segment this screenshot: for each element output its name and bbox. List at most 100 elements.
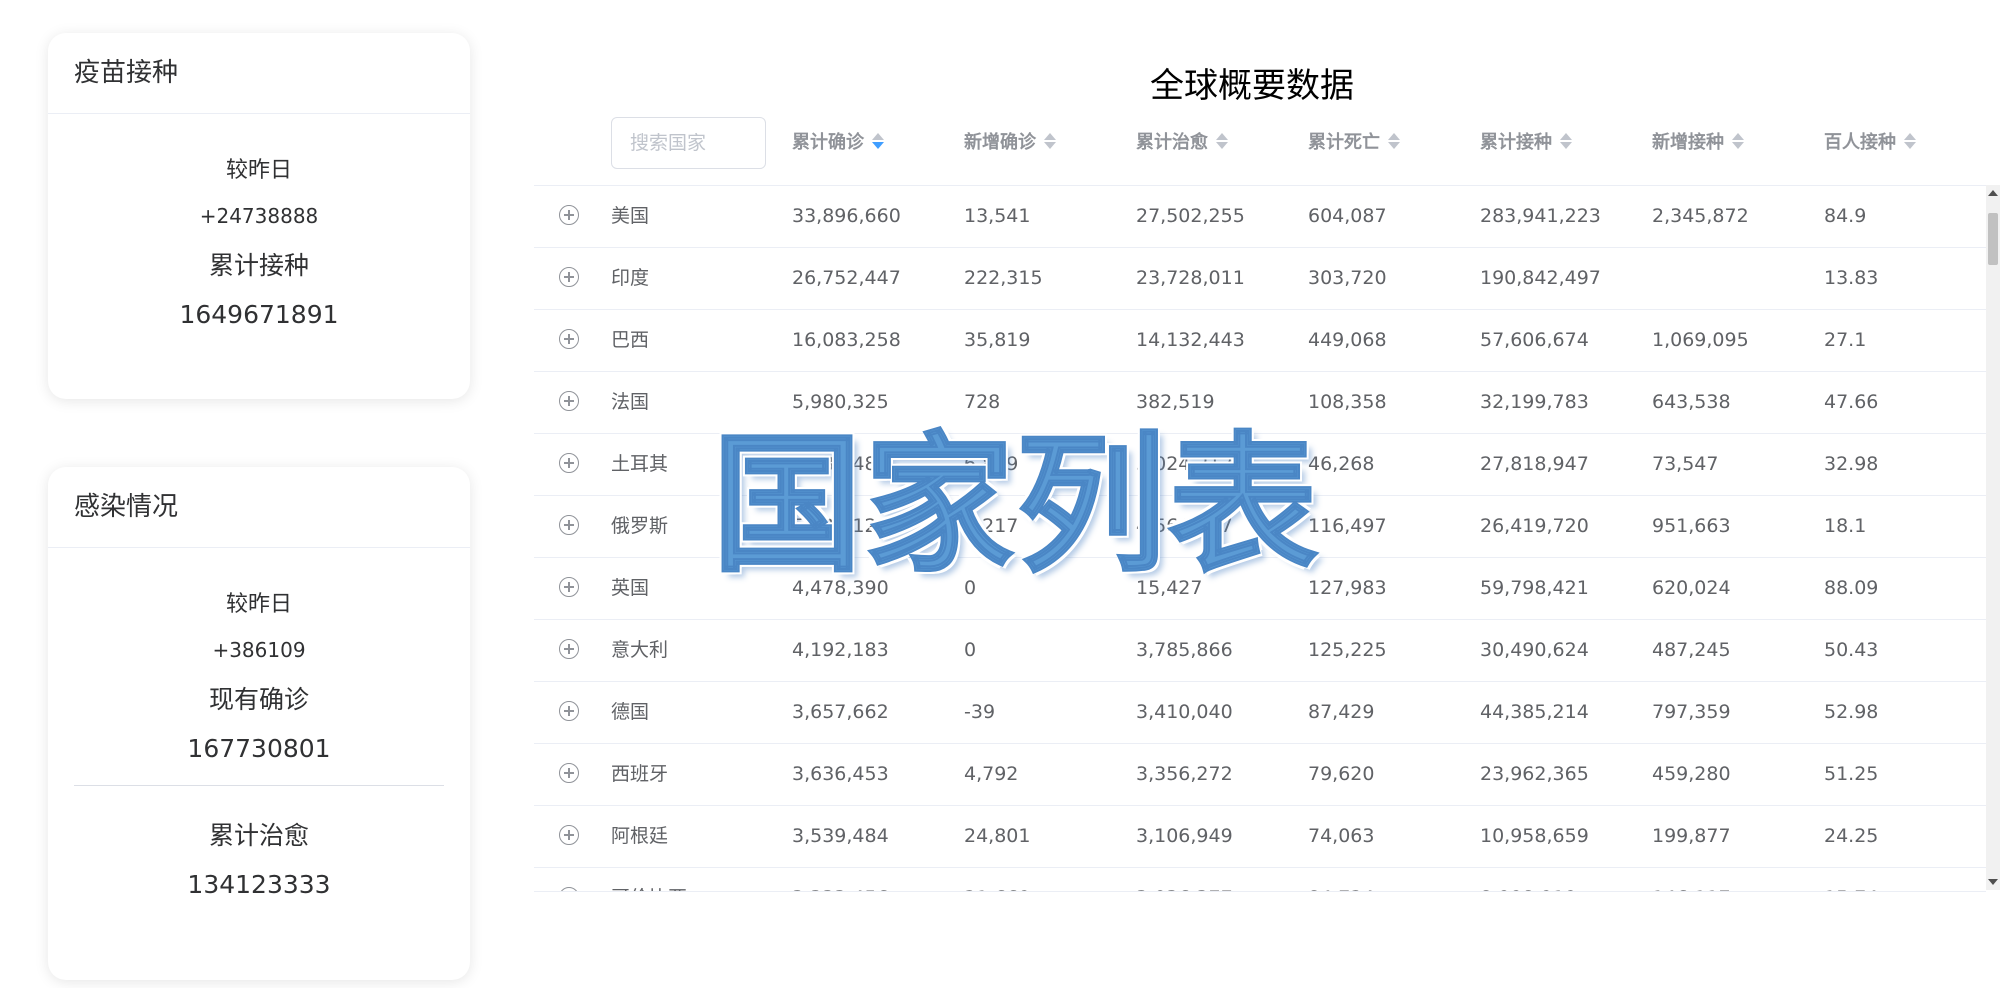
expand-row-icon[interactable] bbox=[559, 887, 579, 891]
infection-compare-label: 较昨日 bbox=[225, 592, 292, 617]
table-cell: 33,896,660 bbox=[792, 205, 901, 227]
table-row[interactable]: 印度 26,752,447 222,315 23,728,011 303,720 190,… bbox=[534, 248, 1986, 310]
country-table-body: 美国 33,896,660 13,541 27,502,255 604,087 283,9… bbox=[534, 185, 1986, 892]
table-cell: 190,842,497 bbox=[1480, 267, 1601, 289]
column-header-1[interactable]: 新增确诊 bbox=[964, 128, 1056, 158]
column-header-6[interactable]: 百人接种 bbox=[1824, 128, 1916, 158]
table-row[interactable]: 哥伦比亚 3,333,456 21,669 3,036,377 84,724 8,998,… bbox=[534, 868, 1986, 891]
scrollbar-thumb[interactable] bbox=[1988, 213, 1998, 265]
column-header-5[interactable]: 新增接种 bbox=[1652, 128, 1744, 158]
column-header-2[interactable]: 累计治愈 bbox=[1136, 128, 1228, 158]
table-row[interactable]: 阿根廷 3,539,484 24,801 3,106,949 74,063 10,958,… bbox=[534, 806, 1986, 868]
table-cell: 3,356,272 bbox=[1136, 763, 1233, 785]
table-cell: 3,036,377 bbox=[1136, 868, 1233, 891]
sort-icon[interactable] bbox=[1560, 133, 1572, 149]
table-cell: 3,106,949 bbox=[1136, 825, 1233, 847]
expand-row-icon[interactable] bbox=[559, 391, 579, 411]
table-cell: 8,998,919 bbox=[1480, 868, 1577, 891]
expand-row-icon[interactable] bbox=[559, 329, 579, 349]
table-cell: 3,333,456 bbox=[792, 868, 889, 891]
column-header-3[interactable]: 累计死亡 bbox=[1308, 128, 1400, 158]
sort-icon[interactable] bbox=[1216, 133, 1228, 149]
sort-icon[interactable] bbox=[1388, 133, 1400, 149]
table-row[interactable]: 英国 4,478,390 0 15,427 127,983 59,798,421 620,0… bbox=[534, 558, 1986, 620]
table-row[interactable]: 德国 3,657,662 -39 3,410,040 87,429 44,385,214 7… bbox=[534, 682, 1986, 744]
table-cell: 6,839 bbox=[964, 453, 1019, 475]
table-cell: 4,792 bbox=[964, 763, 1019, 785]
table-cell: 57,606,674 bbox=[1480, 329, 1589, 351]
expand-row-icon[interactable] bbox=[559, 453, 579, 473]
expand-row-icon[interactable] bbox=[559, 701, 579, 721]
table-cell: 797,359 bbox=[1652, 701, 1731, 723]
table-cell: 84.9 bbox=[1824, 205, 1867, 227]
infection-card-title: 感染情况 bbox=[48, 467, 470, 548]
table-cell: 15.74 bbox=[1824, 868, 1878, 891]
table-cell: 10,958,659 bbox=[1480, 825, 1589, 847]
sort-icon[interactable] bbox=[872, 133, 884, 149]
current-confirmed-value: 167730801 bbox=[187, 734, 331, 763]
country-search-input[interactable] bbox=[611, 117, 766, 169]
vaccine-card: 疫苗接种 较昨日 +24738888 累计接种 1649671891 bbox=[48, 33, 470, 399]
column-header-4[interactable]: 累计接种 bbox=[1480, 128, 1572, 158]
infection-card: 感染情况 较昨日 +386109 现有确诊 167730801 累计治愈 134… bbox=[48, 467, 470, 980]
column-header-0[interactable]: 累计确诊 bbox=[792, 128, 884, 158]
table-cell: 79,620 bbox=[1308, 763, 1375, 785]
table-row[interactable]: 美国 33,896,660 13,541 27,502,255 604,087 283,9… bbox=[534, 186, 1986, 248]
vaccine-stat-value: 1649671891 bbox=[179, 300, 339, 329]
country-cell: 俄罗斯 bbox=[611, 515, 669, 537]
vaccine-card-title: 疫苗接种 bbox=[48, 33, 470, 114]
vaccine-compare-label: 较昨日 bbox=[225, 158, 292, 183]
table-cell: 5,186,487 bbox=[792, 453, 889, 475]
table-row[interactable]: 西班牙 3,636,453 4,792 3,356,272 79,620 23,962,3… bbox=[534, 744, 1986, 806]
table-cell: 26,752,447 bbox=[792, 267, 901, 289]
table-cell: 14,132,443 bbox=[1136, 329, 1245, 351]
sort-icon[interactable] bbox=[1904, 133, 1916, 149]
column-header-label: 累计接种 bbox=[1480, 132, 1552, 153]
table-cell: 59,798,421 bbox=[1480, 577, 1589, 599]
expand-row-icon[interactable] bbox=[559, 639, 579, 659]
table-cell: 604,087 bbox=[1308, 205, 1387, 227]
table-cell: 4,192,183 bbox=[792, 639, 889, 661]
table-row[interactable]: 俄罗斯 5,026,129 8,217 4,564,467 116,497 26,419,… bbox=[534, 496, 1986, 558]
table-cell: 4,564,467 bbox=[1136, 515, 1233, 537]
expand-row-icon[interactable] bbox=[559, 205, 579, 225]
table-scrollbar[interactable] bbox=[1986, 185, 2000, 890]
expand-row-icon[interactable] bbox=[559, 267, 579, 287]
table-row[interactable]: 意大利 4,192,183 0 3,785,866 125,225 30,490,624 4… bbox=[534, 620, 1986, 682]
table-row[interactable]: 法国 5,980,325 728 382,519 108,358 32,199,783 64… bbox=[534, 372, 1986, 434]
table-cell: 127,983 bbox=[1308, 577, 1387, 599]
table-cell: 18.1 bbox=[1824, 515, 1867, 537]
scroll-down-icon[interactable] bbox=[1988, 879, 1998, 885]
country-cell: 哥伦比亚 bbox=[611, 868, 687, 891]
table-cell: 283,941,223 bbox=[1480, 205, 1601, 227]
table-row[interactable]: 巴西 16,083,258 35,819 14,132,443 449,068 57,60… bbox=[534, 310, 1986, 372]
table-cell: 1,069,095 bbox=[1652, 329, 1749, 351]
scroll-up-icon[interactable] bbox=[1988, 190, 1998, 196]
total-recovered-value: 134123333 bbox=[187, 870, 331, 899]
expand-row-icon[interactable] bbox=[559, 577, 579, 597]
expand-row-icon[interactable] bbox=[559, 515, 579, 535]
table-cell: 116,497 bbox=[1308, 515, 1387, 537]
table-cell: 27.1 bbox=[1824, 329, 1867, 351]
expand-row-icon[interactable] bbox=[559, 763, 579, 783]
table-cell: 74,063 bbox=[1308, 825, 1375, 847]
table-cell: 35,819 bbox=[964, 329, 1031, 351]
current-confirmed-label: 现有确诊 bbox=[208, 685, 309, 714]
column-header-label: 累计确诊 bbox=[792, 132, 864, 153]
table-cell: 2,345,872 bbox=[1652, 205, 1749, 227]
table-cell: 3,636,453 bbox=[792, 763, 889, 785]
country-cell: 土耳其 bbox=[611, 453, 669, 475]
country-cell: 意大利 bbox=[611, 639, 669, 661]
table-cell: 21,669 bbox=[964, 868, 1030, 891]
table-cell: 88.09 bbox=[1824, 577, 1879, 599]
table-row[interactable]: 土耳其 5,186,487 6,839 5,024,213 46,268 27,818,9… bbox=[534, 434, 1986, 496]
table-cell: 52.98 bbox=[1824, 701, 1879, 723]
sort-icon[interactable] bbox=[1732, 133, 1744, 149]
table-cell: 728 bbox=[964, 391, 1001, 413]
sort-icon[interactable] bbox=[1044, 133, 1056, 149]
country-cell: 巴西 bbox=[611, 329, 650, 351]
table-cell: 3,410,040 bbox=[1136, 701, 1233, 723]
expand-row-icon[interactable] bbox=[559, 825, 579, 845]
table-cell: 951,663 bbox=[1652, 515, 1731, 537]
country-cell: 印度 bbox=[611, 267, 650, 289]
